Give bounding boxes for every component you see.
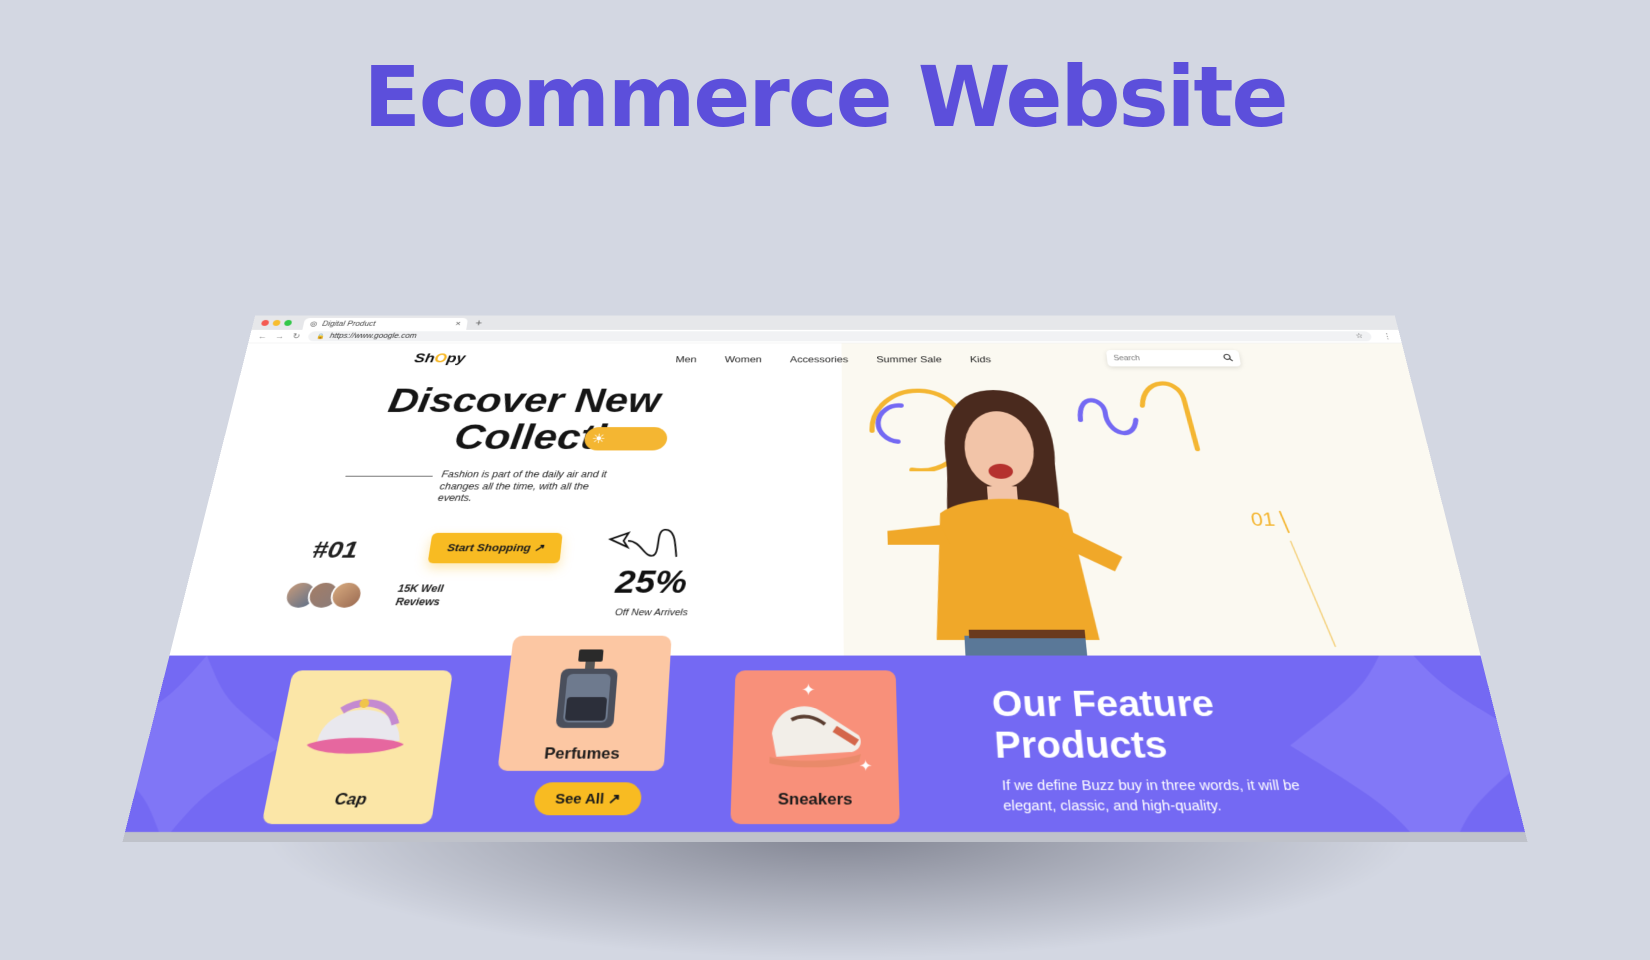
discount-label: Off New Arrivels (615, 608, 688, 618)
sun-badge: ☀ (583, 427, 667, 450)
new-tab-icon[interactable]: + (475, 317, 483, 328)
menu-item-men[interactable]: Men (675, 354, 697, 364)
menu-item-kids[interactable]: Kids (970, 354, 992, 364)
bookmark-star-icon[interactable]: ☆ (1355, 333, 1364, 340)
close-tab-icon[interactable]: × (455, 320, 462, 328)
svg-text:✦: ✦ (801, 680, 815, 699)
model-photo (884, 384, 1135, 657)
forward-icon[interactable]: → (274, 332, 285, 340)
close-window-dot[interactable] (261, 320, 270, 326)
more-menu-icon[interactable]: ⋮ (1382, 332, 1393, 341)
cap-icon (270, 670, 452, 780)
discount-value: 25% (614, 565, 688, 601)
search-box (1106, 350, 1241, 366)
reviews-text: 15K Well Reviews (395, 583, 472, 609)
product-card-sneakers[interactable]: ✦ ✦ Sneakers (730, 670, 900, 824)
squiggle-arrow-icon (604, 523, 688, 563)
product-card-perfumes[interactable]: Perfumes (497, 636, 671, 771)
browser-window: ◎ Digital Product × + ← → ↻ 🔒 https://ww… (125, 315, 1525, 832)
feature-title-line2: Products (993, 724, 1308, 766)
product-label-perfumes: Perfumes (498, 745, 665, 764)
menu-item-women[interactable]: Women (725, 354, 762, 364)
product-card-cap[interactable]: Cap (262, 670, 453, 824)
tab-bar: ◎ Digital Product × + (252, 315, 1399, 330)
site-logo[interactable]: ShOpy (413, 351, 466, 366)
sneaker-icon: ✦ ✦ (732, 670, 899, 780)
product-label-cap: Cap (265, 790, 436, 809)
reload-icon[interactable]: ↻ (292, 332, 302, 341)
menu-item-summer-sale[interactable]: Summer Sale (876, 354, 942, 364)
feature-title-line1: Our Feature (991, 684, 1301, 725)
main-menu: Men Women Accessories Summer Sale Kids (675, 354, 991, 364)
page-content: ShOpy Men Women Accessories Summer Sale … (125, 343, 1525, 832)
perfume-bottle-icon (501, 636, 671, 738)
slide-number: 01 (1249, 509, 1277, 531)
address-bar: ← → ↻ 🔒 https://www.google.com ☆ ⋮ (248, 330, 1402, 343)
search-input[interactable] (1113, 354, 1224, 362)
stage: ◎ Digital Product × + ← → ↻ 🔒 https://ww… (0, 0, 1650, 960)
globe-icon: ◎ (309, 320, 318, 327)
feature-title: Our Feature Products (991, 684, 1309, 767)
divider-line (345, 476, 432, 477)
lock-icon: 🔒 (316, 333, 326, 339)
arrow-up-right-icon: ↗ (533, 542, 544, 554)
search-icon[interactable] (1222, 353, 1234, 363)
url-text: https://www.google.com (329, 333, 1357, 340)
collection-number: #01 (310, 537, 360, 564)
arrow-up-right-icon: ↗ (607, 791, 621, 807)
feature-description: If we define Buzz buy in three words, it… (1001, 776, 1332, 817)
svg-text:✦: ✦ (859, 757, 872, 775)
start-shopping-button[interactable]: Start Shopping ↗ (428, 533, 563, 563)
see-all-button[interactable]: See All ↗ (533, 782, 643, 815)
hero-title-line1: Discover New (378, 383, 662, 419)
tab-title: Digital Product (321, 320, 455, 327)
sun-icon: ☀ (591, 431, 606, 446)
back-icon[interactable]: ← (257, 332, 268, 340)
url-field[interactable]: 🔒 https://www.google.com ☆ (307, 331, 1372, 341)
reviewer-avatars (282, 581, 356, 609)
menu-item-accessories[interactable]: Accessories (790, 354, 848, 364)
maximize-window-dot[interactable] (284, 320, 293, 326)
product-label-sneakers: Sneakers (731, 790, 900, 809)
minimize-window-dot[interactable] (272, 320, 281, 326)
browser-tab[interactable]: ◎ Digital Product × (302, 318, 468, 330)
hero-description: Fashion is part of the daily air and it … (437, 469, 616, 505)
